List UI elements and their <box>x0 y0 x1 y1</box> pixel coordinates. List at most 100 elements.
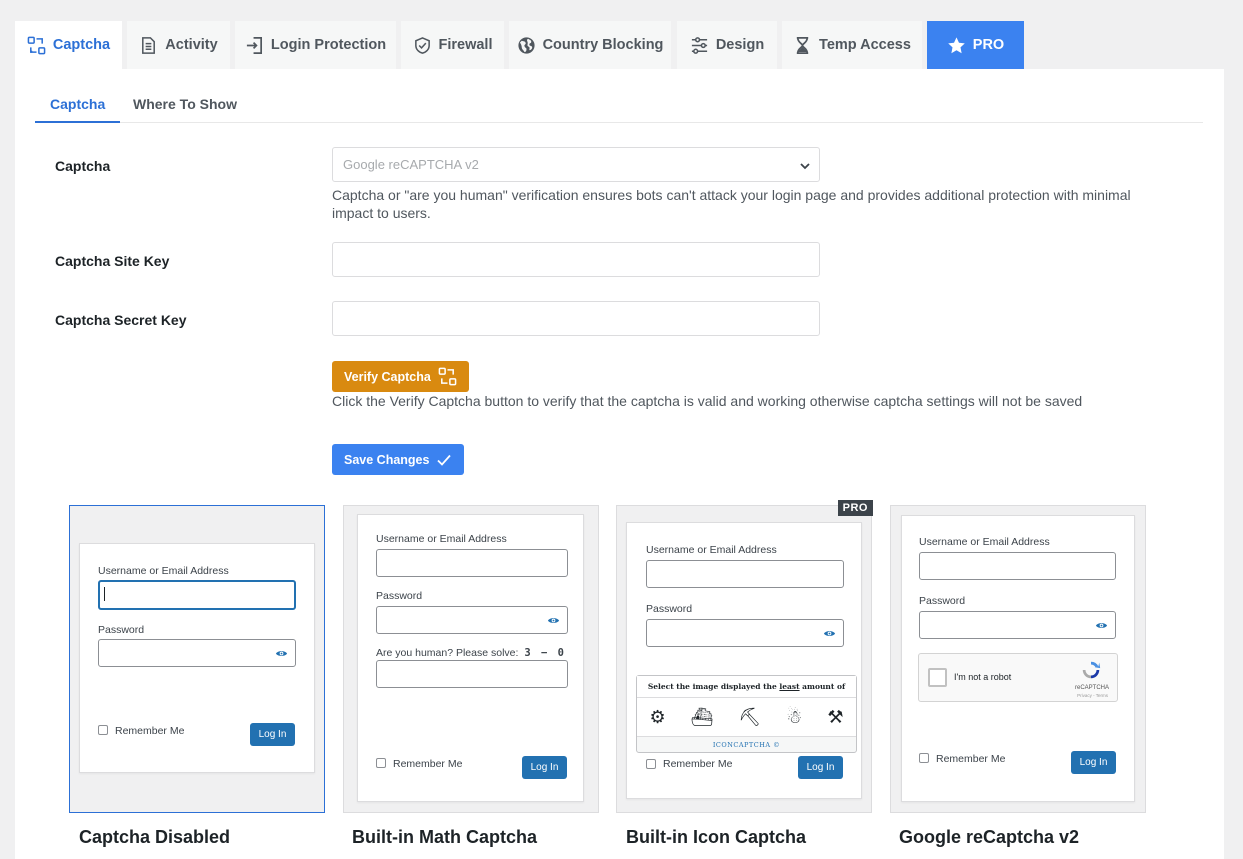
preview-card-icon[interactable]: PRO Username or Email Address Password S… <box>616 500 873 813</box>
captcha-help-text: Captcha or "are you human" verification … <box>332 187 1131 221</box>
eye-icon <box>823 631 836 636</box>
tab-label: Temp Access <box>819 37 911 53</box>
remember-checkbox <box>646 759 656 769</box>
subtab-where-to-show[interactable]: Where To Show <box>118 87 252 123</box>
icon-captcha-widget: Select the image displayed the least amo… <box>636 675 857 753</box>
pro-badge: PRO <box>837 500 873 516</box>
captcha-image-1-icon: ⚙ <box>649 706 666 727</box>
tab-label: Firewall <box>438 37 493 53</box>
tab-pro[interactable]: PRO <box>927 21 1024 69</box>
save-changes-button[interactable]: Save Changes <box>332 444 465 475</box>
tab-label: Activity <box>165 37 218 53</box>
math-answer-input <box>376 660 568 688</box>
password-input <box>646 619 844 647</box>
card-title-math: Built-in Math Captcha <box>352 827 537 847</box>
password-label: Password <box>376 590 423 602</box>
username-label: Username or Email Address <box>98 565 229 577</box>
star-icon <box>948 36 965 53</box>
text-caret <box>104 587 105 601</box>
captcha-image-2-icon: ⛴ <box>690 706 714 727</box>
card-title-recaptcha: Google reCaptcha v2 <box>899 827 1080 847</box>
sliders-icon <box>691 36 707 54</box>
tab-label: PRO <box>972 37 1005 53</box>
secret-key-label: Captcha Secret Key <box>55 312 187 328</box>
tab-activity[interactable]: Activity <box>127 21 230 69</box>
remember-label: Remember Me <box>393 758 463 770</box>
verify-captcha-button[interactable]: Verify Captcha <box>332 361 469 392</box>
remember-label: Remember Me <box>936 753 1006 765</box>
recaptcha-logo-icon <box>1082 661 1101 679</box>
card-title-disabled: Captcha Disabled <box>79 827 231 847</box>
captcha-icon <box>27 36 46 54</box>
verify-help-text: Click the Verify Captcha button to verif… <box>332 393 1083 409</box>
tab-firewall[interactable]: Firewall <box>401 21 504 69</box>
tab-design[interactable]: Design <box>677 21 777 69</box>
remember-label: Remember Me <box>115 725 185 737</box>
tab-country-blocking[interactable]: Country Blocking <box>509 21 671 69</box>
sub-tabs: Captcha Where To Show <box>35 87 1203 123</box>
username-label: Username or Email Address <box>376 533 507 545</box>
login-button: Log In <box>522 756 567 779</box>
settings-panel: Captcha Where To Show Captcha Google reC… <box>15 69 1224 859</box>
preview-card-disabled[interactable]: Username or Email Address Password Remem… <box>69 505 325 813</box>
recaptcha-widget: I'm not a robot reCAPTCHA Privacy - Term… <box>918 653 1118 702</box>
captcha-image-5-icon: ⚒ <box>827 706 844 727</box>
username-input <box>646 560 844 588</box>
tab-captcha[interactable]: Captcha <box>15 21 122 69</box>
captcha-select[interactable]: Google reCAPTCHA v2 <box>332 147 820 182</box>
eye-icon <box>1095 623 1108 628</box>
captcha-select-value: Google reCAPTCHA v2 <box>343 157 479 172</box>
secret-key-input[interactable] <box>332 301 820 336</box>
captcha-icon <box>438 367 457 386</box>
login-form-preview: Username or Email Address Password Are y… <box>357 514 584 802</box>
tab-label: Captcha <box>52 37 111 53</box>
password-input <box>376 606 568 634</box>
password-label: Password <box>919 595 966 607</box>
preview-card-recaptcha[interactable]: Username or Email Address Password I'm n… <box>890 505 1146 813</box>
eye-icon <box>275 651 288 656</box>
username-label: Username or Email Address <box>646 544 777 556</box>
recaptcha-text: I'm not a robot <box>954 672 1012 682</box>
username-input <box>98 580 296 610</box>
recaptcha-brand: reCAPTCHA <box>1074 685 1109 691</box>
recaptcha-terms: Privacy - Terms <box>1077 693 1108 698</box>
save-changes-label: Save Changes <box>344 452 430 467</box>
username-input <box>919 552 1116 580</box>
tab-label: Country Blocking <box>542 37 664 53</box>
subtab-captcha[interactable]: Captcha <box>35 87 121 123</box>
chevron-down-icon <box>800 163 810 170</box>
login-button: Log In <box>1071 751 1116 774</box>
tab-login-protection[interactable]: Login Protection <box>235 21 396 69</box>
math-prompt-text: Are you human? Please solve: <box>376 647 519 659</box>
icon-captcha-instruction: Select the image displayed the least amo… <box>637 676 856 713</box>
math-equation: 3 − 0 <box>524 647 566 659</box>
password-label: Password <box>646 603 693 615</box>
login-icon <box>246 36 262 54</box>
login-button: Log In <box>798 756 843 779</box>
icon-captcha-images: ⚙ ⛴ ⛏ ☃ ⚒ <box>637 698 856 736</box>
remember-label: Remember Me <box>663 758 733 770</box>
captcha-label: Captcha <box>55 158 111 174</box>
remember-checkbox <box>98 725 108 735</box>
password-label: Password <box>98 624 145 636</box>
remember-checkbox <box>376 758 386 768</box>
tab-temp-access[interactable]: Temp Access <box>782 21 922 69</box>
icon-captcha-brand: ICONCAPTCHA © <box>637 736 856 752</box>
password-input <box>98 639 296 667</box>
hourglass-icon <box>796 36 809 54</box>
password-input <box>919 611 1116 639</box>
captcha-image-4-icon: ☃ <box>786 706 803 727</box>
verify-captcha-label: Verify Captcha <box>344 369 431 384</box>
username-label: Username or Email Address <box>919 536 1050 548</box>
globe-icon <box>518 36 535 54</box>
site-key-input[interactable] <box>332 242 820 277</box>
tab-label: Login Protection <box>270 37 387 53</box>
preview-card-math[interactable]: Username or Email Address Password Are y… <box>343 505 599 813</box>
card-title-icon: Built-in Icon Captcha <box>626 827 806 847</box>
math-captcha-prompt: Are you human? Please solve: 3 − 0 <box>376 647 566 659</box>
eye-icon <box>547 618 560 623</box>
login-form-preview: Username or Email Address Password I'm n… <box>901 515 1135 802</box>
login-form-preview: Username or Email Address Password Remem… <box>79 543 315 773</box>
login-form-preview: Username or Email Address Password Selec… <box>626 522 862 799</box>
recaptcha-checkbox <box>928 668 947 687</box>
